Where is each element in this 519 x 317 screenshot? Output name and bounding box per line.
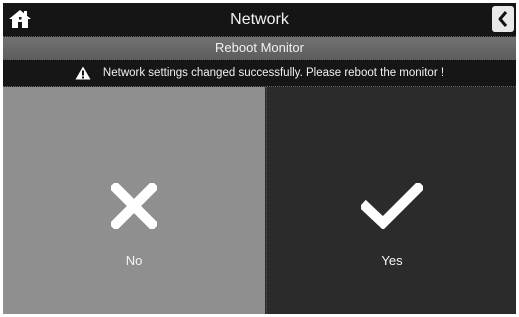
cross-icon [111, 183, 157, 229]
top-bar: Network [3, 3, 516, 37]
reboot-monitor-screen: Network Reboot Monitor Network settings … [3, 3, 516, 314]
message-text: Network settings changed successfully. P… [102, 67, 445, 79]
no-label: No [125, 253, 143, 268]
page-title: Network [230, 11, 289, 28]
dialog-title: Reboot Monitor [3, 37, 516, 60]
checkmark-icon [361, 183, 423, 229]
home-button[interactable] [7, 6, 33, 32]
back-button[interactable] [492, 6, 514, 32]
yes-button[interactable]: Yes [266, 87, 516, 314]
message-bar: Network settings changed successfully. P… [3, 60, 516, 87]
no-button[interactable]: No [3, 87, 265, 314]
home-icon [9, 10, 31, 28]
warning-icon [75, 66, 91, 80]
yes-label: Yes [381, 253, 403, 268]
chevron-left-icon [498, 11, 508, 27]
